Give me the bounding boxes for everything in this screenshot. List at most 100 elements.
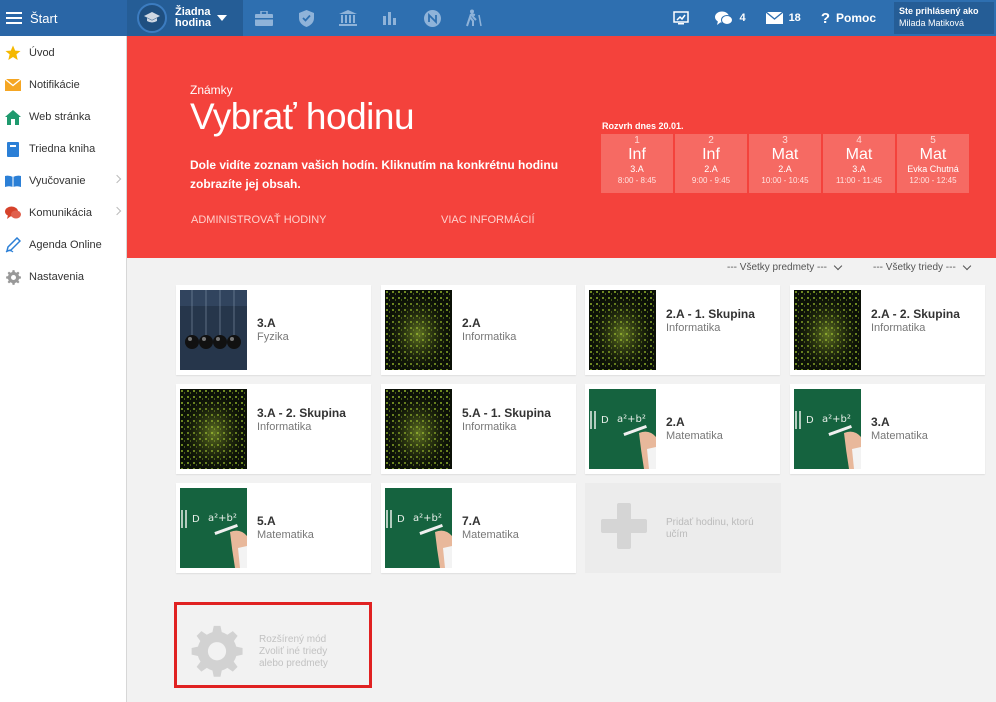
lesson-card[interactable]: Da²+b² 5.A Matematika [176, 483, 371, 573]
mail-button[interactable]: 18 [756, 0, 811, 36]
lesson-card-text: 2.A Informatika [462, 317, 572, 344]
schedule-period: 1 [634, 135, 640, 146]
svg-text:a²+b²: a²+b² [413, 513, 442, 524]
lesson-card-text: 5.A - 1. Skupina Informatika [462, 406, 572, 434]
code-matrix-image [385, 290, 452, 370]
question-icon: ? [820, 9, 830, 27]
help-label: Pomoc [835, 11, 876, 25]
advanced-mode-card[interactable]: Rozšírený mód Zvoliť iné triedy alebo pr… [174, 602, 372, 688]
lesson-card[interactable]: Da²+b² 2.A Matematika [585, 384, 780, 474]
chalkboard-image: Da²+b² [385, 488, 452, 568]
sidebar-item-triedna-kniha[interactable]: Triedna kniha [0, 133, 126, 165]
sidebar-item-label: Notifikácie [29, 79, 80, 91]
schedule-time: 9:00 - 9:45 [691, 176, 731, 185]
top-bar-right: 4 18 ? Pomoc Ste prihlásený ako Milada M… [663, 0, 996, 36]
more-info-link[interactable]: VIAC INFORMÁCIÍ [441, 214, 535, 226]
lesson-card-text: 7.A Matematika [462, 514, 572, 542]
class-filter-select[interactable]: --- Všetky triedy --- [873, 261, 972, 273]
schedule-cell[interactable]: 2 Inf 2.A 9:00 - 9:45 [675, 134, 747, 193]
lesson-card-text: 2.A Matematika [666, 415, 776, 443]
svg-text:a²+b²: a²+b² [822, 414, 851, 425]
administer-lessons-link[interactable]: ADMINISTROVAŤ HODINY [191, 214, 326, 226]
code-matrix-image [794, 290, 861, 370]
cast-icon [673, 11, 690, 25]
lesson-card[interactable]: 3.A Fyzika [176, 285, 371, 375]
lesson-title: 2.A [666, 415, 685, 429]
hiking-icon[interactable] [453, 0, 495, 36]
schedule-class: Evka Chutná [907, 164, 959, 174]
chevron-right-icon [112, 174, 122, 184]
sidebar-item-agenda-online[interactable]: Agenda Online [0, 229, 126, 261]
help-button[interactable]: ? Pomoc [811, 0, 886, 36]
sidebar-item-label: Komunikácia [29, 207, 92, 219]
lesson-card[interactable]: 2.A - 2. Skupina Informatika [790, 285, 985, 375]
lesson-card-text: 3.A - 2. Skupina Informatika [257, 407, 367, 434]
bank-icon[interactable] [327, 0, 369, 36]
user-name: Milada Matiková [899, 18, 965, 28]
chalkboard-image: Da²+b² [794, 389, 861, 469]
code-matrix-image [180, 389, 247, 469]
sidebar-item-label: Web stránka [29, 111, 91, 123]
schedule-cell[interactable]: 1 Inf 3.A 8:00 - 8:45 [601, 134, 673, 193]
gear-icon [5, 269, 21, 285]
lesson-selector-label: Žiadna hodina [175, 6, 212, 29]
lesson-card[interactable]: Da²+b² 7.A Matematika [381, 483, 576, 573]
schedule-time: 8:00 - 8:45 [617, 176, 657, 185]
svg-text:D: D [397, 514, 405, 525]
lesson-card[interactable]: Da²+b² 3.A Matematika [790, 384, 985, 474]
start-menu-button[interactable]: Štart [0, 0, 127, 36]
schedule-class: 2.A [778, 164, 792, 174]
sidebar-item-nastavenia[interactable]: Nastavenia [0, 261, 126, 293]
sidebar-item-komunikacia[interactable]: Komunikácia [0, 197, 126, 229]
schedule-class: 3.A [630, 164, 644, 174]
chalkboard-image: Da²+b² [180, 488, 247, 568]
mail-count: 18 [788, 12, 801, 24]
sidebar-item-notifikacie[interactable]: Notifikácie [0, 69, 126, 101]
svg-text:a²+b²: a²+b² [208, 513, 237, 524]
code-matrix-image [589, 290, 656, 370]
briefcase-icon[interactable] [243, 0, 285, 36]
schedule-time: 10:00 - 10:45 [761, 176, 809, 185]
sidebar-item-label: Nastavenia [29, 271, 85, 283]
envelope-icon [765, 12, 783, 24]
lesson-title: 3.A [257, 316, 276, 330]
schedule-period: 3 [782, 135, 788, 146]
lesson-card[interactable]: 2.A - 1. Skupina Informatika [585, 285, 780, 375]
user-menu[interactable]: Ste prihlásený ako Milada Matiková [894, 2, 994, 34]
page-title: Vybrať hodinu [190, 96, 415, 137]
lesson-title: 5.A - 1. Skupina [462, 406, 551, 420]
lesson-selector[interactable]: Žiadna hodina [127, 0, 243, 36]
advanced-mode-text: Rozšírený mód Zvoliť iné triedy alebo pr… [259, 634, 328, 670]
lesson-title: 5.A [257, 514, 276, 528]
sidebar-item-label: Vyučovanie [29, 175, 86, 187]
sidebar-item-web-stranka[interactable]: Web stránka [0, 101, 126, 133]
sidebar-item-label: Triedna kniha [29, 143, 96, 155]
schedule-cell[interactable]: 4 Mat 3.A 11:00 - 11:45 [823, 134, 895, 193]
messages-button[interactable]: 4 [705, 0, 755, 36]
schedule-subject: Mat [845, 146, 873, 163]
schedule-cell[interactable]: 3 Mat 2.A 10:00 - 10:45 [749, 134, 821, 193]
badge-icon[interactable] [411, 0, 453, 36]
lesson-subject: Matematika [871, 430, 928, 442]
add-lesson-card[interactable]: Pridať hodinu, ktorú učím [585, 483, 781, 573]
chalkboard-image: Da²+b² [589, 389, 656, 469]
lesson-card[interactable]: 2.A Informatika [381, 285, 576, 375]
hero-description: Dole vidíte zoznam vašich hodín. Kliknut… [190, 158, 559, 191]
schedule-class: 3.A [852, 164, 866, 174]
hero-panel: Známky Vybrať hodinu Dole vidíte zoznam … [127, 36, 996, 258]
lesson-title: 7.A [462, 514, 481, 528]
schedule-cell[interactable]: 5 Mat Evka Chutná 12:00 - 12:45 [897, 134, 969, 193]
screen-share-button[interactable] [663, 0, 705, 36]
shield-icon[interactable] [285, 0, 327, 36]
sidebar: Úvod Notifikácie Web stránka Triedna kni… [0, 36, 127, 702]
subject-filter-select[interactable]: --- Všetky predmety --- [727, 261, 843, 273]
lesson-card[interactable]: 5.A - 1. Skupina Informatika [381, 384, 576, 474]
bar-chart-icon[interactable] [369, 0, 411, 36]
newtons-cradle-image [180, 290, 247, 370]
user-caption: Ste prihlásený ako [899, 6, 979, 16]
schedule-caption: Rozvrh dnes 20.01. [602, 121, 684, 131]
lesson-card[interactable]: 3.A - 2. Skupina Informatika [176, 384, 371, 474]
sidebar-item-uvod[interactable]: Úvod [0, 37, 126, 69]
sidebar-item-vyucovanie[interactable]: Vyučovanie [0, 165, 126, 197]
lesson-title: 2.A - 1. Skupina [666, 307, 755, 321]
